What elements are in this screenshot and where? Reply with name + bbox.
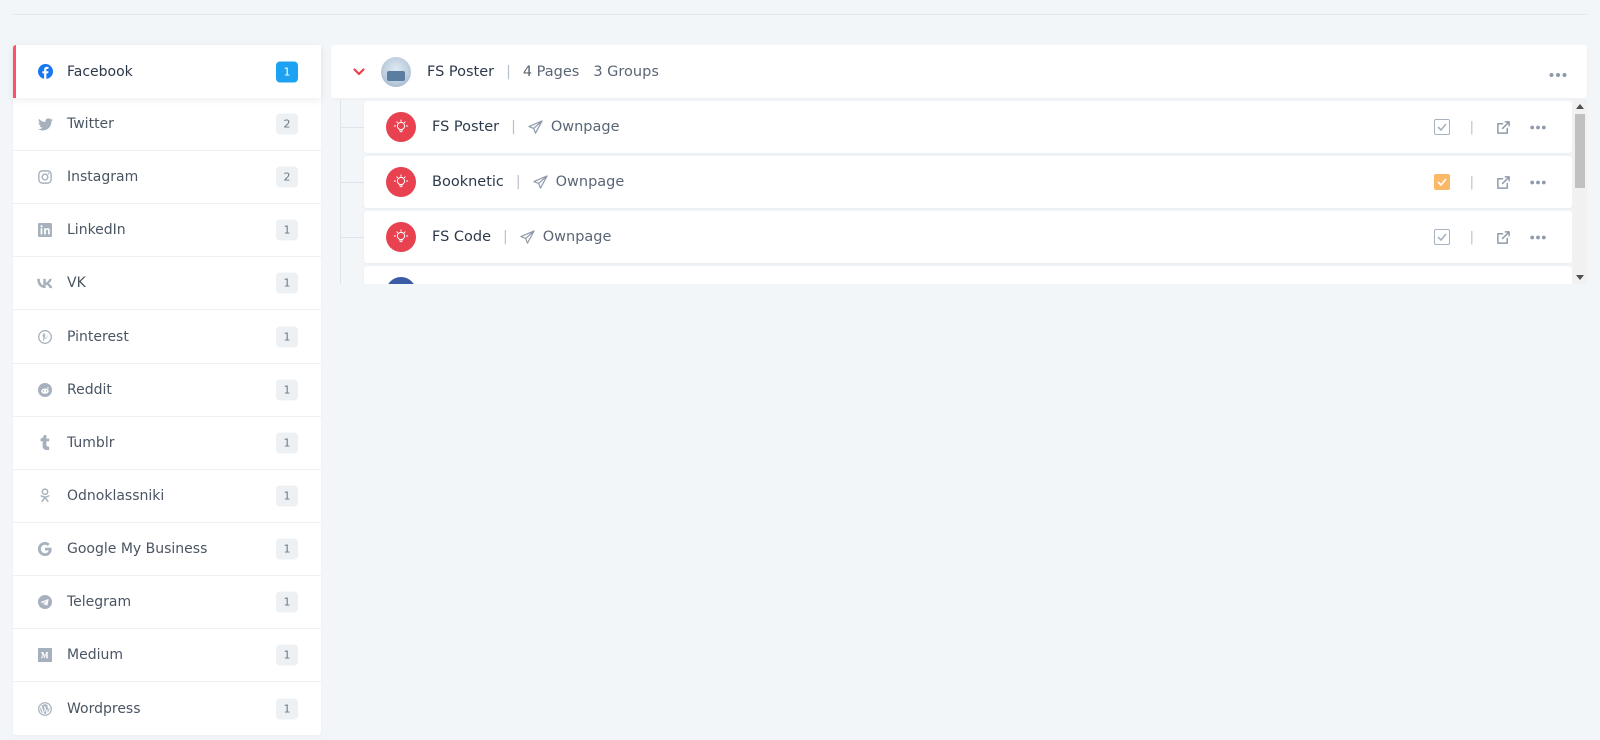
odnoklassniki-icon — [37, 488, 53, 504]
node-name: Booknetic — [432, 174, 504, 190]
google-icon — [37, 541, 53, 557]
node-row: FS Code | Ownpage | — [340, 211, 1572, 263]
tree-connector — [340, 182, 364, 183]
node-name: FS Code — [432, 229, 492, 245]
tumblr-icon — [37, 435, 53, 451]
row-actions: | — [1433, 156, 1546, 208]
more-options-icon[interactable] — [1530, 125, 1546, 130]
node-name: FS Poster — [432, 119, 500, 135]
group-avatar — [381, 56, 411, 87]
reddit-icon — [37, 382, 53, 398]
pinterest-icon — [37, 329, 53, 345]
node-avatar — [386, 277, 416, 284]
more-options-icon[interactable] — [1530, 180, 1546, 185]
sidebar-item-telegram[interactable]: Telegram 1 — [13, 576, 321, 630]
node-type: Ownpage — [542, 229, 612, 245]
sidebar-item-pinterest[interactable]: Pinterest 1 — [13, 310, 321, 364]
external-link-icon[interactable] — [1496, 119, 1512, 135]
more-options-icon[interactable] — [1530, 235, 1546, 240]
sidebar-item-linkedin[interactable]: LinkedIn 1 — [13, 204, 321, 258]
row-actions: | — [1433, 101, 1546, 153]
paper-plane-icon — [528, 119, 544, 135]
instagram-icon — [37, 169, 53, 185]
scroll-down-arrow-icon[interactable] — [1576, 275, 1584, 280]
activate-checkbox[interactable] — [1433, 174, 1450, 190]
count-badge: 1 — [276, 538, 298, 560]
count-badge: 2 — [276, 166, 298, 188]
group-name: FS Poster — [427, 63, 495, 80]
collapse-chevron-icon[interactable] — [352, 65, 366, 79]
count-badge: 1 — [276, 272, 298, 294]
separator: | — [1469, 174, 1474, 190]
separator: | — [503, 229, 508, 245]
node-avatar — [386, 222, 416, 252]
count-badge: 1 — [276, 644, 298, 666]
tree-connector — [340, 127, 364, 128]
top-divider — [13, 14, 1587, 15]
node-avatar — [386, 167, 416, 197]
count-badge: 1 — [276, 61, 298, 83]
paper-plane-icon — [520, 229, 536, 245]
node-row: FS Poster | Ownpage | — [340, 101, 1572, 153]
separator: | — [515, 174, 521, 190]
linkedin-icon — [37, 222, 53, 238]
sidebar-item-vk[interactable]: VK 1 — [13, 257, 321, 311]
count-badge: 1 — [276, 485, 298, 507]
sidebar-item-twitter[interactable]: Twitter 2 — [13, 98, 321, 152]
sidebar-item-wordpress[interactable]: Wordpress 1 — [13, 682, 321, 735]
scroll-thumb[interactable] — [1575, 114, 1585, 188]
separator: | — [1469, 119, 1474, 135]
separator: | — [506, 63, 511, 80]
sidebar-item-instagram[interactable]: Instagram 2 — [13, 151, 321, 205]
count-badge: 1 — [276, 326, 298, 348]
count-badge: 1 — [276, 379, 298, 401]
sidebar-item-facebook[interactable]: Facebook 1 — [13, 45, 321, 99]
sidebar-item-tumblr[interactable]: Tumblr 1 — [13, 417, 321, 470]
node-type: Ownpage — [555, 174, 625, 190]
activate-checkbox[interactable] — [1433, 229, 1450, 245]
list-scrollbar[interactable] — [1573, 100, 1587, 284]
count-badge: 1 — [276, 432, 298, 454]
groups-count: 3 Groups — [593, 63, 659, 80]
node-row: Booknetic | Ownpage | — [340, 156, 1572, 208]
social-network-sidebar: Facebook 1 Twitter 2 Instagram 2 LinkedI… — [13, 45, 321, 735]
more-options-icon[interactable] — [1549, 62, 1567, 81]
scroll-up-arrow-icon[interactable] — [1576, 104, 1584, 109]
node-avatar — [386, 112, 416, 142]
node-type: Ownpage — [550, 119, 620, 135]
twitter-icon — [37, 116, 53, 132]
count-badge: 1 — [276, 591, 298, 613]
tree-connector — [340, 237, 364, 238]
external-link-icon[interactable] — [1496, 174, 1512, 190]
facebook-icon — [37, 64, 53, 80]
separator: | — [511, 119, 516, 135]
account-group-header: FS Poster | 4 Pages 3 Groups — [331, 45, 1587, 98]
external-link-icon[interactable] — [1496, 229, 1512, 245]
node-list: FS Poster | Ownpage | Booknetic | Ownpag… — [331, 100, 1587, 284]
node-row-partial — [364, 266, 1572, 284]
medium-icon — [37, 647, 53, 663]
vk-icon — [37, 275, 53, 291]
sidebar-item-medium[interactable]: Medium 1 — [13, 629, 321, 683]
sidebar-item-odnoklassniki[interactable]: Odnoklassniki 1 — [13, 470, 321, 523]
count-badge: 2 — [276, 113, 298, 135]
wordpress-icon — [37, 701, 53, 717]
count-badge: 1 — [276, 219, 298, 241]
sidebar-item-google-my-business[interactable]: Google My Business 1 — [13, 523, 321, 576]
pages-count: 4 Pages — [522, 63, 580, 80]
telegram-icon — [37, 594, 53, 610]
row-actions: | — [1433, 211, 1546, 263]
paper-plane-icon — [532, 174, 549, 190]
activate-checkbox[interactable] — [1433, 119, 1450, 135]
sidebar-item-reddit[interactable]: Reddit 1 — [13, 364, 321, 417]
separator: | — [1469, 229, 1474, 245]
count-badge: 1 — [276, 698, 298, 720]
